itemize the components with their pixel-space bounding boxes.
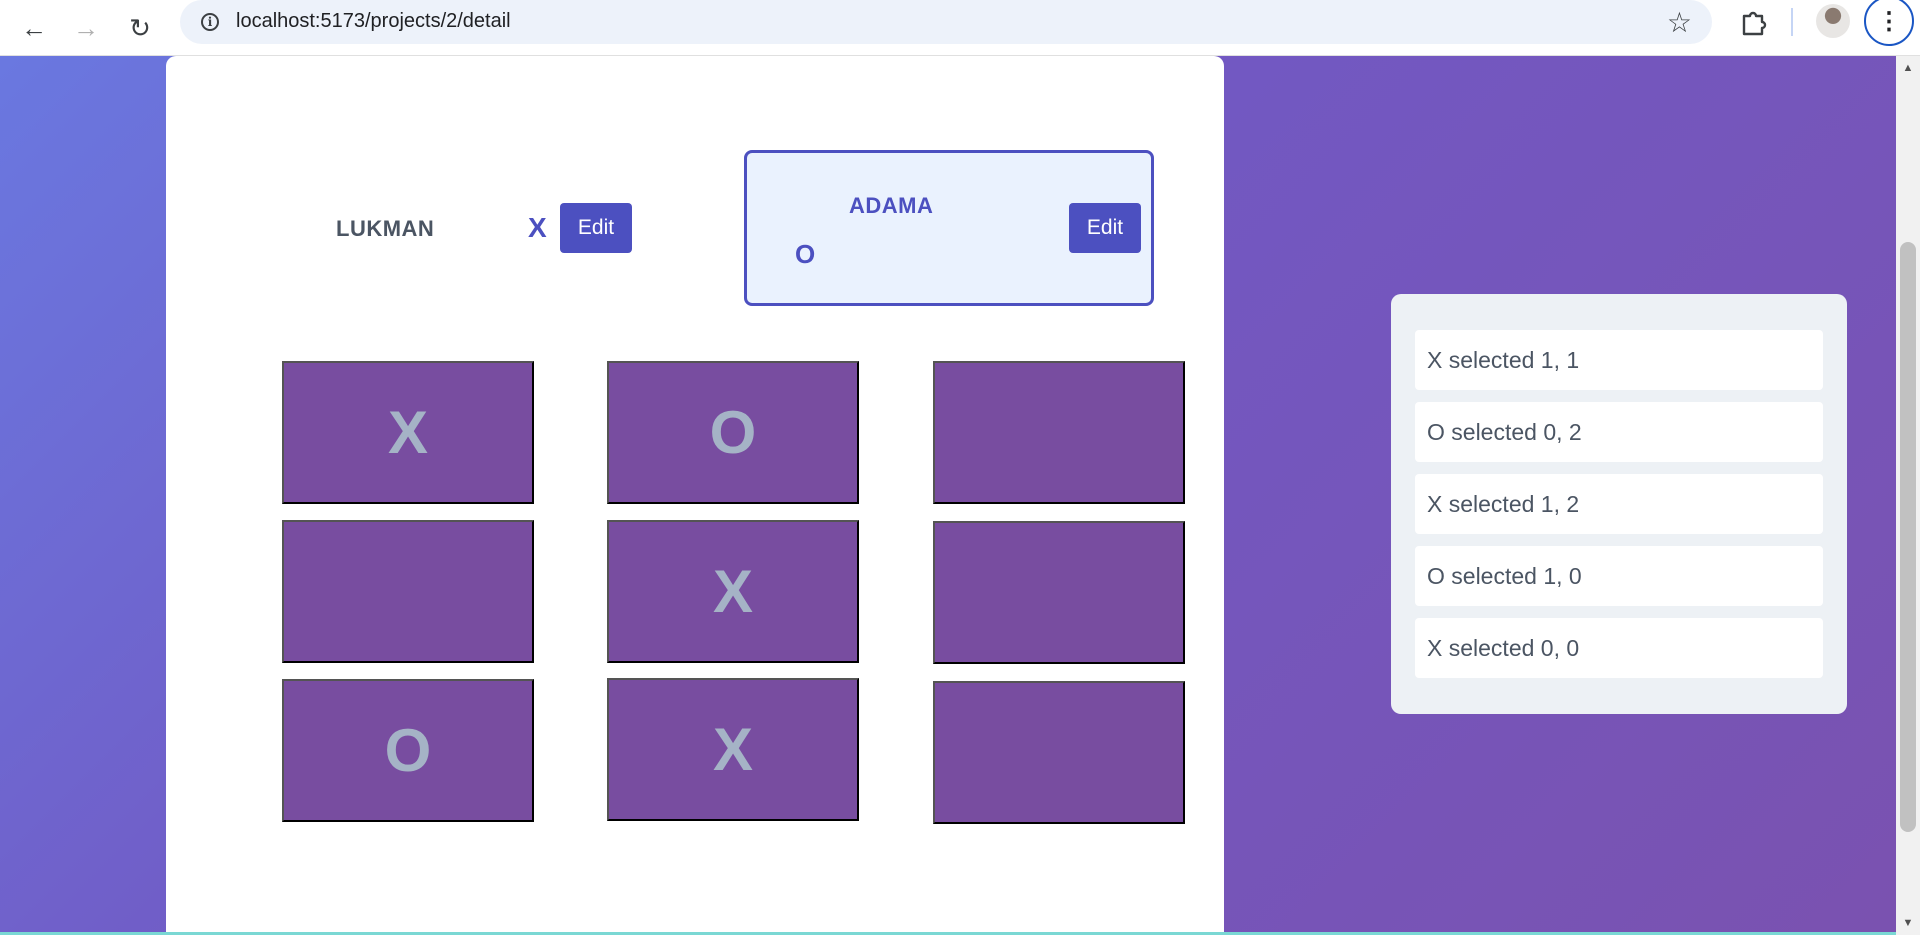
edit-player-button[interactable]: Edit	[560, 203, 632, 253]
player-name: ADAMA	[849, 193, 934, 218]
player-name: LUKMAN	[336, 216, 435, 241]
board-cell[interactable]: O	[282, 679, 534, 822]
edit-player-button[interactable]: Edit	[1069, 203, 1141, 253]
log-item: X selected 1, 2	[1415, 474, 1823, 534]
site-info-icon[interactable]: i	[196, 8, 224, 36]
log-item: X selected 0, 0	[1415, 618, 1823, 678]
scroll-up-icon[interactable]: ▲	[1896, 58, 1920, 78]
reload-icon[interactable]: ↻	[116, 4, 164, 52]
player-symbol: X	[528, 212, 547, 243]
game-container: LUKMAN X Edit ADAMA O Edit X O X O X	[166, 56, 1224, 935]
log-item: O selected 0, 2	[1415, 402, 1823, 462]
board-cell[interactable]: X	[282, 361, 534, 504]
board-cell[interactable]: X	[607, 520, 859, 663]
vertical-scrollbar[interactable]: ▲ ▼	[1896, 56, 1920, 935]
toolbar-divider	[1791, 8, 1793, 36]
extensions-icon[interactable]	[1738, 6, 1770, 38]
bookmark-star-icon[interactable]: ☆	[1667, 6, 1692, 39]
profile-avatar[interactable]	[1816, 4, 1850, 38]
player-card-2-active: ADAMA O Edit	[744, 150, 1154, 306]
scroll-down-icon[interactable]: ▼	[1896, 913, 1920, 933]
player-symbol: O	[795, 239, 816, 269]
turn-log: X selected 1, 1 O selected 0, 2 X select…	[1391, 294, 1847, 714]
game-board: X O X O X	[282, 361, 1186, 833]
forward-icon[interactable]: →	[62, 4, 110, 52]
log-item: X selected 1, 1	[1415, 330, 1823, 390]
board-cell[interactable]	[933, 361, 1185, 504]
board-cell[interactable]	[282, 520, 534, 663]
board-cell[interactable]	[933, 681, 1185, 824]
address-bar[interactable]: i localhost:5173/projects/2/detail ☆	[180, 0, 1712, 44]
back-icon[interactable]: ←	[10, 4, 58, 52]
board-cell[interactable]: X	[607, 678, 859, 821]
menu-icon[interactable]: ⋮	[1864, 0, 1914, 46]
board-cell[interactable]: O	[607, 361, 859, 504]
scroll-thumb[interactable]	[1900, 242, 1916, 832]
log-item: O selected 1, 0	[1415, 546, 1823, 606]
page-viewport: LUKMAN X Edit ADAMA O Edit X O X O X X s…	[0, 56, 1896, 935]
url-text[interactable]: localhost:5173/projects/2/detail	[236, 10, 511, 33]
board-cell[interactable]	[933, 521, 1185, 664]
browser-toolbar: ← → ↻ i localhost:5173/projects/2/detail…	[0, 0, 1920, 56]
